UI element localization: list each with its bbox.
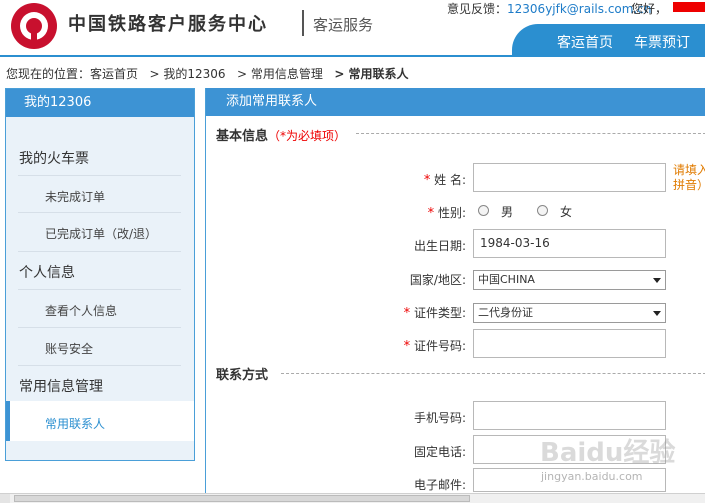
sidebar-title: 我的12306 — [6, 89, 194, 117]
id-number-input[interactable] — [473, 329, 666, 358]
required-note: （*为必填项） — [268, 129, 347, 143]
section-divider — [356, 133, 705, 134]
breadcrumb: 您现在的位置：客运首页 > 我的12306 > 常用信息管理 > 常用联系人 — [6, 65, 409, 82]
feedback-label: 意见反馈： — [447, 2, 508, 16]
email-label: 电子邮件: — [413, 478, 466, 492]
breadcrumb-info-manage[interactable]: > 常用信息管理 — [237, 67, 323, 81]
id-type-label: * 证件类型: — [403, 306, 466, 321]
scrollbar-thumb[interactable] — [14, 495, 470, 502]
mobile-input[interactable] — [473, 401, 666, 430]
breadcrumb-current: > 常用联系人 — [334, 67, 409, 81]
baidu-watermark: Baidu经验 — [540, 438, 676, 468]
sidebar: 我的12306 我的火车票 未完成订单 已完成订单（改/退） 个人信息 查看个人… — [5, 88, 195, 461]
birth-label: 出生日期: — [413, 239, 466, 253]
id-number-label: * 证件号码: — [403, 339, 466, 354]
mobile-label: 手机号码: — [413, 411, 466, 425]
name-label: * 姓 名: — [423, 173, 466, 188]
breadcrumb-my12306[interactable]: > 我的12306 — [149, 67, 225, 81]
site-title: 中国铁路客户服务中心 — [68, 14, 268, 35]
phone-label: 固定电话: — [413, 445, 466, 459]
gender-male-label: 男 — [501, 205, 514, 219]
site-subtitle: 客运服务 — [313, 16, 374, 34]
gender-female-label: 女 — [560, 205, 573, 219]
chevron-down-icon — [653, 311, 661, 316]
username-badge[interactable] — [673, 2, 705, 12]
gender-male-radio[interactable] — [478, 205, 489, 216]
section-basic-title: 基本信息 — [216, 129, 269, 144]
country-select[interactable]: 中国CHINA — [473, 270, 666, 290]
name-hint: 请填入拼音） — [673, 163, 705, 192]
header-divider — [0, 55, 705, 57]
sidebar-item-common-contacts[interactable]: 常用联系人 — [45, 415, 105, 432]
scroll-left-icon[interactable] — [0, 494, 10, 503]
breadcrumb-home[interactable]: 客运首页 — [90, 67, 138, 81]
contact-divider — [281, 373, 705, 374]
greeting: 您好， — [631, 2, 668, 16]
sidebar-item-completed-orders[interactable]: 已完成订单（改/退） — [45, 225, 157, 242]
nav-ticket-booking[interactable]: 车票预订 — [634, 32, 690, 52]
panel-title: 添加常用联系人 — [206, 88, 705, 116]
nav-passenger-home[interactable]: 客运首页 — [557, 32, 613, 52]
name-input[interactable] — [473, 163, 666, 192]
railway-logo-icon — [11, 3, 57, 49]
gender-label: * 性别: — [427, 206, 466, 221]
header: 中国铁路客户服务中心 客运服务 意见反馈：12306yjfk@rails.com… — [0, 0, 705, 57]
chevron-down-icon — [653, 278, 661, 283]
sidebar-item-view-profile[interactable]: 查看个人信息 — [45, 302, 117, 319]
sidebar-item-account-security[interactable]: 账号安全 — [45, 340, 93, 357]
title-divider — [302, 10, 304, 36]
sidebar-group-tickets[interactable]: 我的火车票 — [19, 148, 89, 168]
baidu-watermark-url: jingyan.baidu.com — [541, 470, 643, 483]
feedback-link[interactable]: 意见反馈：12306yjfk@rails.com.cn — [447, 0, 651, 17]
sidebar-group-common-info[interactable]: 常用信息管理 — [19, 376, 103, 396]
section-basic-info: 基本信息（*为必填项） — [216, 125, 346, 144]
id-type-select[interactable]: 二代身份证 — [473, 303, 666, 323]
section-contact: 联系方式 — [216, 368, 269, 383]
birth-date-input[interactable]: 1984-03-16 — [473, 229, 666, 258]
feedback-email[interactable]: 12306yjfk@rails.com.cn — [507, 2, 651, 16]
sidebar-group-personal[interactable]: 个人信息 — [19, 262, 75, 282]
gender-female-radio[interactable] — [537, 205, 548, 216]
country-label: 国家/地区: — [409, 273, 466, 287]
horizontal-scrollbar[interactable] — [0, 493, 705, 503]
breadcrumb-prefix: 您现在的位置： — [6, 67, 91, 81]
sidebar-item-pending-orders[interactable]: 未完成订单 — [45, 188, 105, 205]
